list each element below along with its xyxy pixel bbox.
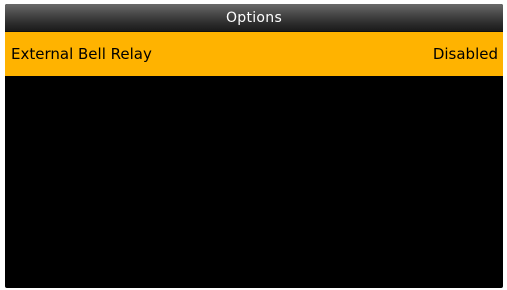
device-screen: Options External Bell Relay Disabled [5, 4, 503, 288]
options-list: External Bell Relay Disabled [5, 32, 503, 76]
option-label: External Bell Relay [11, 45, 152, 63]
option-row-external-bell-relay[interactable]: External Bell Relay Disabled [5, 32, 503, 76]
screen-title: Options [225, 9, 283, 26]
title-bar: Options [5, 4, 503, 32]
option-value: Disabled [432, 45, 498, 63]
